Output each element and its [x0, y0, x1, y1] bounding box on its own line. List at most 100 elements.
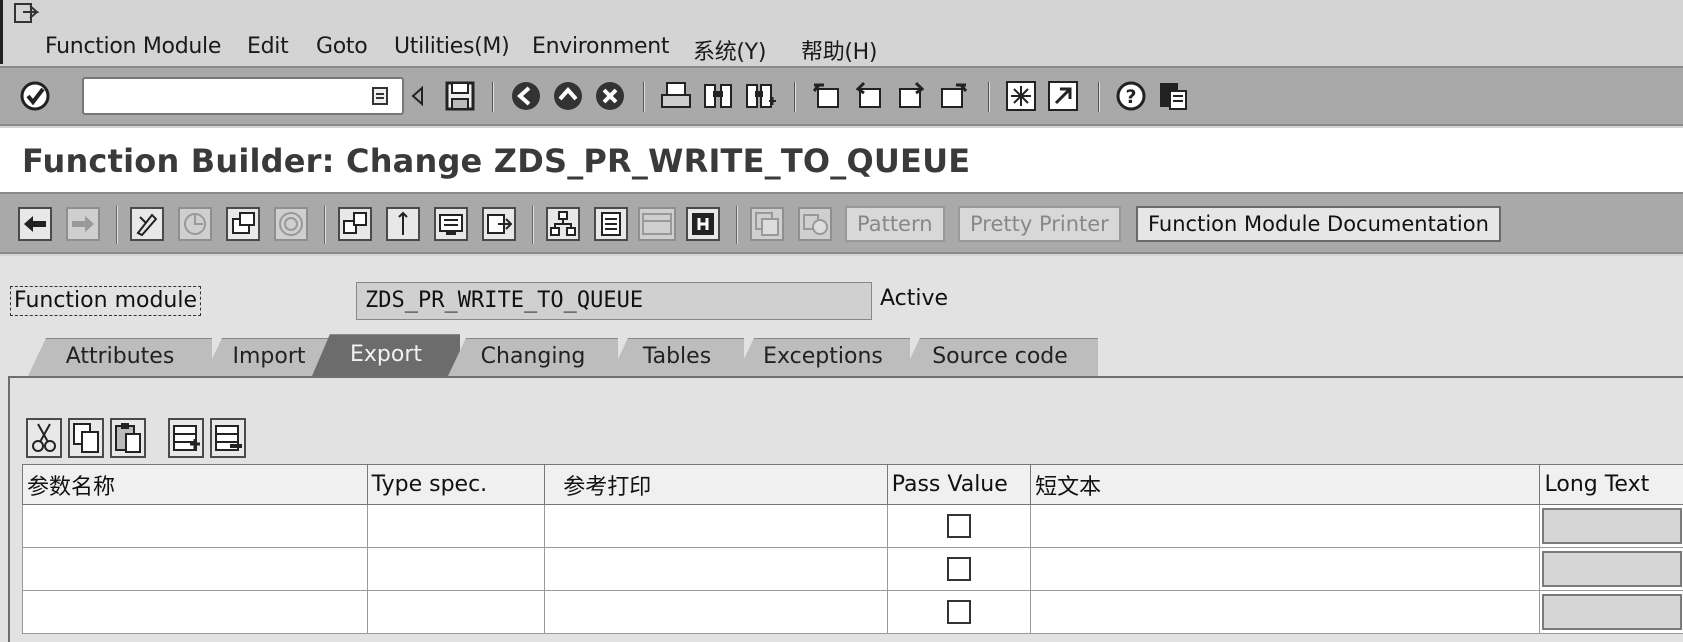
column-header-reference[interactable]: 参考打印 — [544, 464, 888, 505]
status-text: Active — [880, 286, 949, 311]
shortcut-icon[interactable] — [1046, 79, 1080, 113]
menu-goto[interactable]: Goto — [316, 34, 368, 59]
column-header-parameter-name[interactable]: 参数名称 — [22, 464, 368, 505]
parameter-table: 参数名称 Type spec. 参考打印 Pass Value 短文本 Long… — [22, 464, 1683, 634]
toolbar-separator — [794, 82, 796, 112]
first-page-icon[interactable] — [810, 79, 844, 113]
short-text-cell[interactable] — [1030, 547, 1541, 591]
other-object-icon[interactable] — [226, 207, 260, 241]
column-header-type-spec[interactable]: Type spec. — [366, 464, 546, 505]
cancel-icon[interactable] — [593, 79, 627, 113]
find-icon[interactable] — [701, 79, 735, 113]
menu-edit[interactable]: Edit — [247, 34, 289, 59]
type-spec-cell[interactable] — [366, 590, 546, 634]
application-toolbar: Pattern Pretty Printer Function Module D… — [0, 192, 1683, 254]
tab-export[interactable]: Export — [312, 334, 460, 376]
last-page-icon[interactable] — [936, 79, 970, 113]
table-header-row: 参数名称 Type spec. 参考打印 Pass Value 短文本 Long… — [22, 464, 1683, 505]
column-header-pass-value[interactable]: Pass Value — [886, 464, 1032, 505]
delete-row-icon[interactable] — [210, 418, 246, 458]
paste-icon[interactable] — [110, 418, 146, 458]
parameter-name-cell[interactable] — [22, 504, 368, 548]
tab-source-code[interactable]: Source code — [902, 338, 1098, 376]
test-sequence-icon[interactable] — [798, 207, 832, 241]
table-row — [22, 504, 1683, 548]
activate-icon[interactable] — [338, 207, 372, 241]
type-spec-cell[interactable] — [366, 547, 546, 591]
system-menu-icon[interactable] — [13, 2, 39, 26]
info-object-icon[interactable] — [686, 207, 720, 241]
navigation-window-icon[interactable] — [482, 207, 516, 241]
tab-exceptions[interactable]: Exceptions — [736, 338, 910, 376]
next-page-icon[interactable] — [894, 79, 928, 113]
menu-help[interactable]: 帮助(H) — [801, 34, 878, 66]
type-spec-cell[interactable] — [366, 504, 546, 548]
display-object-list-icon[interactable] — [434, 207, 468, 241]
menu-function-module[interactable]: Function Module — [45, 34, 221, 59]
function-module-documentation-button[interactable]: Function Module Documentation — [1136, 206, 1501, 242]
save-icon[interactable] — [443, 79, 477, 113]
enhancement-icon[interactable] — [546, 207, 580, 241]
menu-system[interactable]: 系统(Y) — [693, 34, 766, 66]
command-field[interactable] — [82, 77, 404, 115]
pretty-printer-button[interactable]: Pretty Printer — [958, 206, 1121, 242]
long-text-button[interactable] — [1542, 508, 1682, 544]
tab-attributes[interactable]: Attributes — [28, 338, 212, 376]
layout-icon[interactable] — [1156, 79, 1190, 113]
column-header-short-text[interactable]: 短文本 — [1030, 464, 1541, 505]
back-triangle-icon[interactable] — [408, 79, 428, 113]
reference-cell[interactable] — [544, 547, 888, 591]
copy-icon[interactable] — [68, 418, 104, 458]
check-icon[interactable] — [274, 207, 308, 241]
back-arrow-icon[interactable] — [18, 207, 52, 241]
pattern-button[interactable]: Pattern — [845, 206, 945, 242]
forward-arrow-icon[interactable] — [66, 207, 100, 241]
command-input[interactable] — [88, 80, 368, 112]
find-next-icon[interactable] — [743, 79, 777, 113]
tab-strip: Attributes Import Export Changing Tables… — [0, 332, 1683, 376]
screen-layout-icon[interactable] — [750, 207, 784, 241]
exit-icon[interactable] — [551, 79, 585, 113]
parameter-name-cell[interactable] — [22, 547, 368, 591]
long-text-cell — [1539, 547, 1683, 591]
help-icon[interactable]: ? — [1114, 79, 1148, 113]
reference-cell[interactable] — [544, 504, 888, 548]
toolbar-separator — [643, 82, 645, 112]
display-change-icon[interactable] — [130, 207, 164, 241]
previous-page-icon[interactable] — [852, 79, 886, 113]
dropdown-icon[interactable] — [372, 87, 388, 105]
cut-icon[interactable] — [26, 418, 62, 458]
info-icon[interactable] — [638, 207, 676, 241]
short-text-cell[interactable] — [1030, 590, 1541, 634]
function-module-field[interactable]: ZDS_PR_WRITE_TO_QUEUE — [356, 282, 872, 320]
new-session-icon[interactable] — [1004, 79, 1038, 113]
active-inactive-icon[interactable] — [178, 207, 212, 241]
toolbar-separator — [492, 82, 494, 112]
title-strip — [0, 0, 1683, 30]
insert-row-icon[interactable] — [168, 418, 204, 458]
pass-value-checkbox[interactable] — [946, 514, 971, 538]
parameter-name-cell[interactable] — [22, 590, 368, 634]
toolbar-separator — [116, 206, 118, 244]
toolbar-separator — [736, 206, 738, 244]
long-text-button[interactable] — [1542, 594, 1682, 630]
toolbar-separator — [988, 82, 990, 112]
reference-cell[interactable] — [544, 590, 888, 634]
menu-environment[interactable]: Environment — [532, 34, 669, 59]
back-icon[interactable] — [509, 79, 543, 113]
function-module-test-icon[interactable] — [594, 207, 628, 241]
tab-tables[interactable]: Tables — [610, 338, 744, 376]
where-used-icon[interactable] — [386, 207, 420, 241]
function-module-label: Function module — [10, 286, 202, 316]
sap-window: Function Module Edit Goto Utilities(M) E… — [0, 0, 1683, 642]
tab-changing[interactable]: Changing — [448, 338, 618, 376]
menu-utilities[interactable]: Utilities(M) — [394, 34, 510, 59]
print-icon[interactable] — [659, 79, 693, 113]
long-text-button[interactable] — [1542, 551, 1682, 587]
pass-value-checkbox[interactable] — [946, 557, 971, 581]
column-header-long-text[interactable]: Long Text — [1539, 464, 1683, 505]
pass-value-checkbox[interactable] — [946, 600, 971, 624]
enter-icon[interactable] — [18, 79, 52, 113]
short-text-cell[interactable] — [1030, 504, 1541, 548]
content-area: Function module ZDS_PR_WRITE_TO_QUEUE Ac… — [0, 256, 1683, 642]
